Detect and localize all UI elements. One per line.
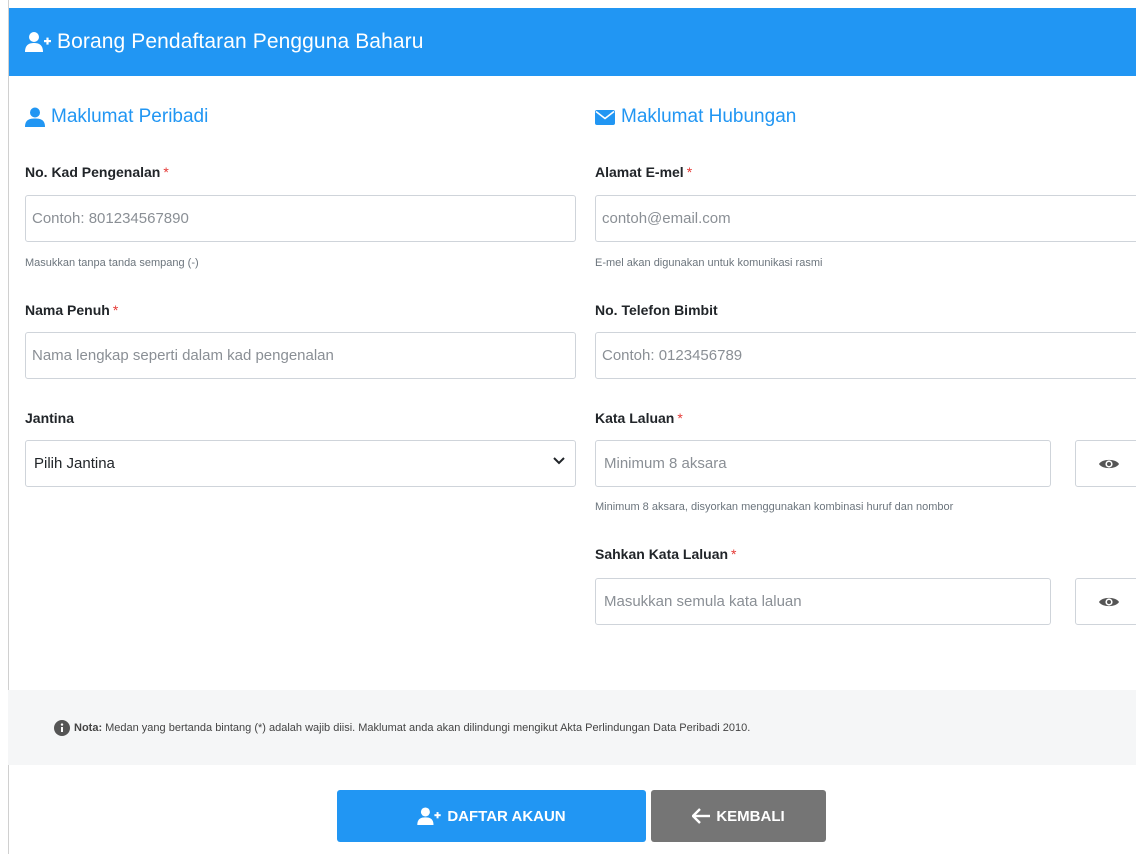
gender-label: Jantina	[25, 410, 75, 426]
envelope-icon	[595, 109, 615, 125]
ic-label-text: No. Kad Pengenalan	[25, 164, 161, 180]
ic-help: Masukkan tanpa tanda sempang (-)	[25, 257, 199, 269]
email-input[interactable]	[595, 195, 1136, 242]
gender-select[interactable]: Pilih Jantina	[25, 440, 576, 487]
required-marker: *	[163, 164, 169, 180]
required-marker: *	[112, 302, 119, 318]
phone-label: No. Telefon Bimbit	[595, 302, 718, 318]
password-input[interactable]	[595, 440, 1051, 487]
register-button-label: DAFTAR AKAUN	[447, 807, 566, 825]
arrow-left-icon	[692, 808, 711, 824]
contact-section-label: Maklumat Hubungan	[621, 106, 797, 127]
page-title: Borang Pendaftaran Pengguna Baharu	[57, 30, 424, 53]
back-button[interactable]: KEMBALI	[651, 790, 826, 842]
contact-section-title: Maklumat Hubungan	[595, 106, 796, 128]
eye-icon	[1099, 597, 1119, 606]
required-marker: *	[731, 546, 737, 562]
ic-label: No. Kad Pengenalan *	[25, 164, 169, 180]
chevron-down-icon	[553, 457, 565, 465]
email-help: E-mel akan digunakan untuk komunikasi ra…	[595, 257, 823, 269]
personal-section-label: Maklumat Peribadi	[51, 106, 209, 127]
password-label: Kata Laluan *	[595, 410, 683, 426]
card-header: Borang Pendaftaran Pengguna Baharu	[9, 8, 1136, 76]
confirm-password-label: Sahkan Kata Laluan *	[595, 546, 737, 562]
gender-selected-value: Pilih Jantina	[34, 455, 115, 472]
personal-section-title: Maklumat Peribadi	[25, 106, 208, 128]
phone-input[interactable]	[595, 332, 1136, 379]
user-plus-icon	[417, 807, 442, 825]
required-marker: *	[686, 164, 693, 180]
confirm-password-input[interactable]	[595, 578, 1051, 625]
info-icon	[54, 719, 70, 736]
back-button-label: KEMBALI	[716, 807, 785, 825]
email-label-text: Alamat E-mel	[595, 164, 684, 180]
confirm-password-label-text: Sahkan Kata Laluan	[595, 546, 729, 562]
toggle-password-button[interactable]	[1075, 440, 1136, 487]
password-help: Minimum 8 aksara, disyorkan menggunakan …	[595, 501, 954, 513]
note-box: Nota: Medan yang bertanda bintang (*) ad…	[8, 690, 1136, 765]
toggle-confirm-password-button[interactable]	[1075, 578, 1136, 625]
note-text: Medan yang bertanda bintang (*) adalah w…	[105, 721, 751, 734]
eye-icon	[1099, 459, 1119, 468]
fullname-input[interactable]	[25, 332, 576, 379]
name-label-text: Nama Penuh	[25, 302, 110, 318]
ic-input[interactable]	[25, 195, 576, 242]
register-button[interactable]: DAFTAR AKAUN	[337, 790, 646, 842]
note-label: Nota:	[74, 721, 103, 734]
name-label: Nama Penuh *	[25, 302, 118, 318]
email-label: Alamat E-mel *	[595, 164, 692, 180]
user-plus-icon	[25, 32, 51, 52]
user-icon	[25, 107, 45, 127]
password-label-text: Kata Laluan	[595, 410, 675, 426]
required-marker: *	[677, 410, 683, 426]
